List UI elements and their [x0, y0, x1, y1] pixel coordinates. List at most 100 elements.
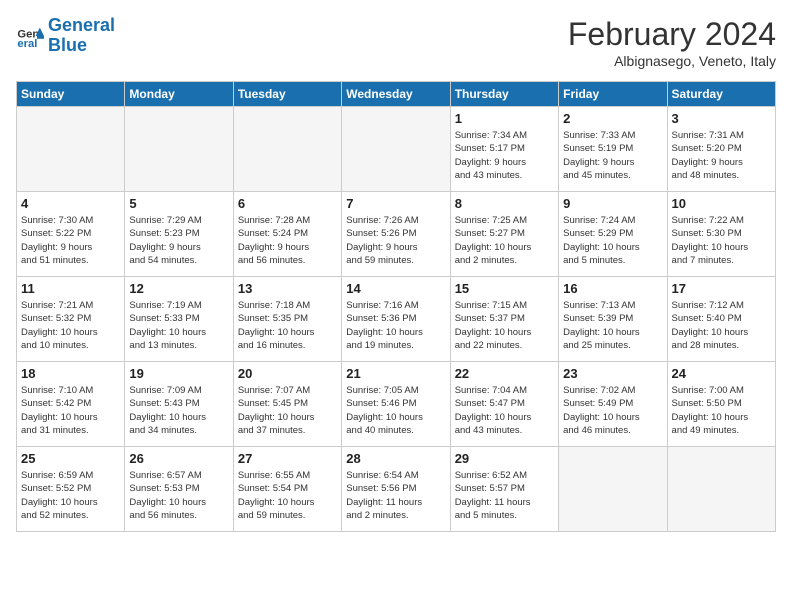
- day-info: Sunrise: 7:28 AMSunset: 5:24 PMDaylight:…: [238, 214, 337, 267]
- week-row-5: 25 Sunrise: 6:59 AMSunset: 5:52 PMDayligh…: [17, 447, 776, 532]
- day-number: 8: [455, 196, 554, 211]
- calendar-cell: 17Sunrise: 7:12 AMSunset: 5:40 PMDayligh…: [667, 277, 775, 362]
- day-info: Sunrise: 7:34 AMSunset: 5:17 PMDaylight:…: [455, 129, 554, 182]
- header-tuesday: Tuesday: [233, 82, 341, 107]
- calendar-cell: 15 Sunrise: 7:15 AMSunset: 5:37 PMDayligh…: [450, 277, 558, 362]
- day-number: 16: [563, 281, 662, 296]
- calendar-cell: 18 Sunrise: 7:10 AMSunset: 5:42 PMDayligh…: [17, 362, 125, 447]
- day-number: 6: [238, 196, 337, 211]
- header-friday: Friday: [559, 82, 667, 107]
- day-number: 29: [455, 451, 554, 466]
- calendar-cell: [17, 107, 125, 192]
- calendar-cell: 16Sunrise: 7:13 AMSunset: 5:39 PMDayligh…: [559, 277, 667, 362]
- location: Albignasego, Veneto, Italy: [568, 53, 776, 69]
- calendar-cell: 23 Sunrise: 7:02 AMSunset: 5:49 PMDayligh…: [559, 362, 667, 447]
- calendar-table: SundayMondayTuesdayWednesdayThursdayFrid…: [16, 81, 776, 532]
- day-info: Sunrise: 7:02 AMSunset: 5:49 PMDaylight:…: [563, 384, 662, 437]
- day-number: 19: [129, 366, 228, 381]
- calendar-cell: 7 Sunrise: 7:26 AMSunset: 5:26 PMDaylight…: [342, 192, 450, 277]
- day-info: Sunrise: 6:55 AMSunset: 5:54 PMDaylight:…: [238, 469, 337, 522]
- calendar-cell: 27Sunrise: 6:55 AMSunset: 5:54 PMDayligh…: [233, 447, 341, 532]
- calendar-cell: 14 Sunrise: 7:16 AMSunset: 5:36 PMDayligh…: [342, 277, 450, 362]
- day-number: 26: [129, 451, 228, 466]
- day-info: Sunrise: 7:33 AMSunset: 5:19 PMDaylight:…: [563, 129, 662, 182]
- day-number: 15: [455, 281, 554, 296]
- calendar-cell: 3 Sunrise: 7:31 AMSunset: 5:20 PMDaylight…: [667, 107, 775, 192]
- calendar-cell: 9 Sunrise: 7:24 AMSunset: 5:29 PMDaylight…: [559, 192, 667, 277]
- day-info: Sunrise: 7:22 AMSunset: 5:30 PMDaylight:…: [672, 214, 771, 267]
- day-number: 14: [346, 281, 445, 296]
- calendar-cell: 13 Sunrise: 7:18 AMSunset: 5:35 PMDayligh…: [233, 277, 341, 362]
- calendar-cell: 10 Sunrise: 7:22 AMSunset: 5:30 PMDayligh…: [667, 192, 775, 277]
- day-number: 23: [563, 366, 662, 381]
- calendar-cell: 8 Sunrise: 7:25 AMSunset: 5:27 PMDaylight…: [450, 192, 558, 277]
- calendar-cell: 26Sunrise: 6:57 AMSunset: 5:53 PMDayligh…: [125, 447, 233, 532]
- svg-text:eral: eral: [17, 38, 37, 50]
- calendar-cell: 21 Sunrise: 7:05 AMSunset: 5:46 PMDayligh…: [342, 362, 450, 447]
- calendar-cell: 29 Sunrise: 6:52 AMSunset: 5:57 PMDayligh…: [450, 447, 558, 532]
- day-info: Sunrise: 7:16 AMSunset: 5:36 PMDaylight:…: [346, 299, 445, 352]
- calendar-cell: 4 Sunrise: 7:30 AMSunset: 5:22 PMDaylight…: [17, 192, 125, 277]
- title-block: February 2024 Albignasego, Veneto, Italy: [568, 16, 776, 69]
- calendar-header-row: SundayMondayTuesdayWednesdayThursdayFrid…: [17, 82, 776, 107]
- header-saturday: Saturday: [667, 82, 775, 107]
- day-info: Sunrise: 7:00 AMSunset: 5:50 PMDaylight:…: [672, 384, 771, 437]
- calendar-cell: 12 Sunrise: 7:19 AMSunset: 5:33 PMDayligh…: [125, 277, 233, 362]
- logo-text-line1: General: [48, 16, 115, 36]
- day-info: Sunrise: 7:07 AMSunset: 5:45 PMDaylight:…: [238, 384, 337, 437]
- day-number: 7: [346, 196, 445, 211]
- day-number: 18: [21, 366, 120, 381]
- day-info: Sunrise: 7:25 AMSunset: 5:27 PMDaylight:…: [455, 214, 554, 267]
- day-info: Sunrise: 7:12 AMSunset: 5:40 PMDaylight:…: [672, 299, 771, 352]
- calendar-cell: 5 Sunrise: 7:29 AMSunset: 5:23 PMDaylight…: [125, 192, 233, 277]
- calendar-cell: [233, 107, 341, 192]
- logo-icon: Gen eral: [16, 22, 44, 50]
- calendar-cell: [125, 107, 233, 192]
- day-number: 3: [672, 111, 771, 126]
- header-monday: Monday: [125, 82, 233, 107]
- day-info: Sunrise: 6:59 AMSunset: 5:52 PMDaylight:…: [21, 469, 120, 522]
- day-number: 25: [21, 451, 120, 466]
- day-number: 21: [346, 366, 445, 381]
- week-row-1: 1 Sunrise: 7:34 AMSunset: 5:17 PMDaylight…: [17, 107, 776, 192]
- day-info: Sunrise: 7:10 AMSunset: 5:42 PMDaylight:…: [21, 384, 120, 437]
- week-row-2: 4 Sunrise: 7:30 AMSunset: 5:22 PMDaylight…: [17, 192, 776, 277]
- calendar-cell: [667, 447, 775, 532]
- day-info: Sunrise: 7:18 AMSunset: 5:35 PMDaylight:…: [238, 299, 337, 352]
- calendar-cell: [559, 447, 667, 532]
- day-number: 22: [455, 366, 554, 381]
- week-row-4: 18 Sunrise: 7:10 AMSunset: 5:42 PMDayligh…: [17, 362, 776, 447]
- day-number: 10: [672, 196, 771, 211]
- day-number: 2: [563, 111, 662, 126]
- calendar-cell: [342, 107, 450, 192]
- day-number: 9: [563, 196, 662, 211]
- calendar-cell: 20Sunrise: 7:07 AMSunset: 5:45 PMDayligh…: [233, 362, 341, 447]
- calendar-cell: 6 Sunrise: 7:28 AMSunset: 5:24 PMDaylight…: [233, 192, 341, 277]
- header-sunday: Sunday: [17, 82, 125, 107]
- calendar-cell: 1 Sunrise: 7:34 AMSunset: 5:17 PMDaylight…: [450, 107, 558, 192]
- day-info: Sunrise: 7:30 AMSunset: 5:22 PMDaylight:…: [21, 214, 120, 267]
- day-info: Sunrise: 7:15 AMSunset: 5:37 PMDaylight:…: [455, 299, 554, 352]
- header-wednesday: Wednesday: [342, 82, 450, 107]
- day-info: Sunrise: 7:09 AMSunset: 5:43 PMDaylight:…: [129, 384, 228, 437]
- day-info: Sunrise: 7:21 AMSunset: 5:32 PMDaylight:…: [21, 299, 120, 352]
- day-info: Sunrise: 6:52 AMSunset: 5:57 PMDaylight:…: [455, 469, 554, 522]
- calendar-cell: 25 Sunrise: 6:59 AMSunset: 5:52 PMDayligh…: [17, 447, 125, 532]
- calendar-cell: 2 Sunrise: 7:33 AMSunset: 5:19 PMDaylight…: [559, 107, 667, 192]
- page-header: Gen eral General Blue February 2024 Albi…: [16, 16, 776, 69]
- calendar-cell: 11Sunrise: 7:21 AMSunset: 5:32 PMDayligh…: [17, 277, 125, 362]
- calendar-cell: 24Sunrise: 7:00 AMSunset: 5:50 PMDayligh…: [667, 362, 775, 447]
- day-info: Sunrise: 7:05 AMSunset: 5:46 PMDaylight:…: [346, 384, 445, 437]
- day-info: Sunrise: 7:29 AMSunset: 5:23 PMDaylight:…: [129, 214, 228, 267]
- day-info: Sunrise: 7:04 AMSunset: 5:47 PMDaylight:…: [455, 384, 554, 437]
- day-number: 1: [455, 111, 554, 126]
- day-number: 4: [21, 196, 120, 211]
- month-title: February 2024: [568, 16, 776, 53]
- day-number: 13: [238, 281, 337, 296]
- day-number: 5: [129, 196, 228, 211]
- day-info: Sunrise: 7:24 AMSunset: 5:29 PMDaylight:…: [563, 214, 662, 267]
- day-info: Sunrise: 7:26 AMSunset: 5:26 PMDaylight:…: [346, 214, 445, 267]
- day-info: Sunrise: 7:31 AMSunset: 5:20 PMDaylight:…: [672, 129, 771, 182]
- day-info: Sunrise: 7:19 AMSunset: 5:33 PMDaylight:…: [129, 299, 228, 352]
- day-number: 12: [129, 281, 228, 296]
